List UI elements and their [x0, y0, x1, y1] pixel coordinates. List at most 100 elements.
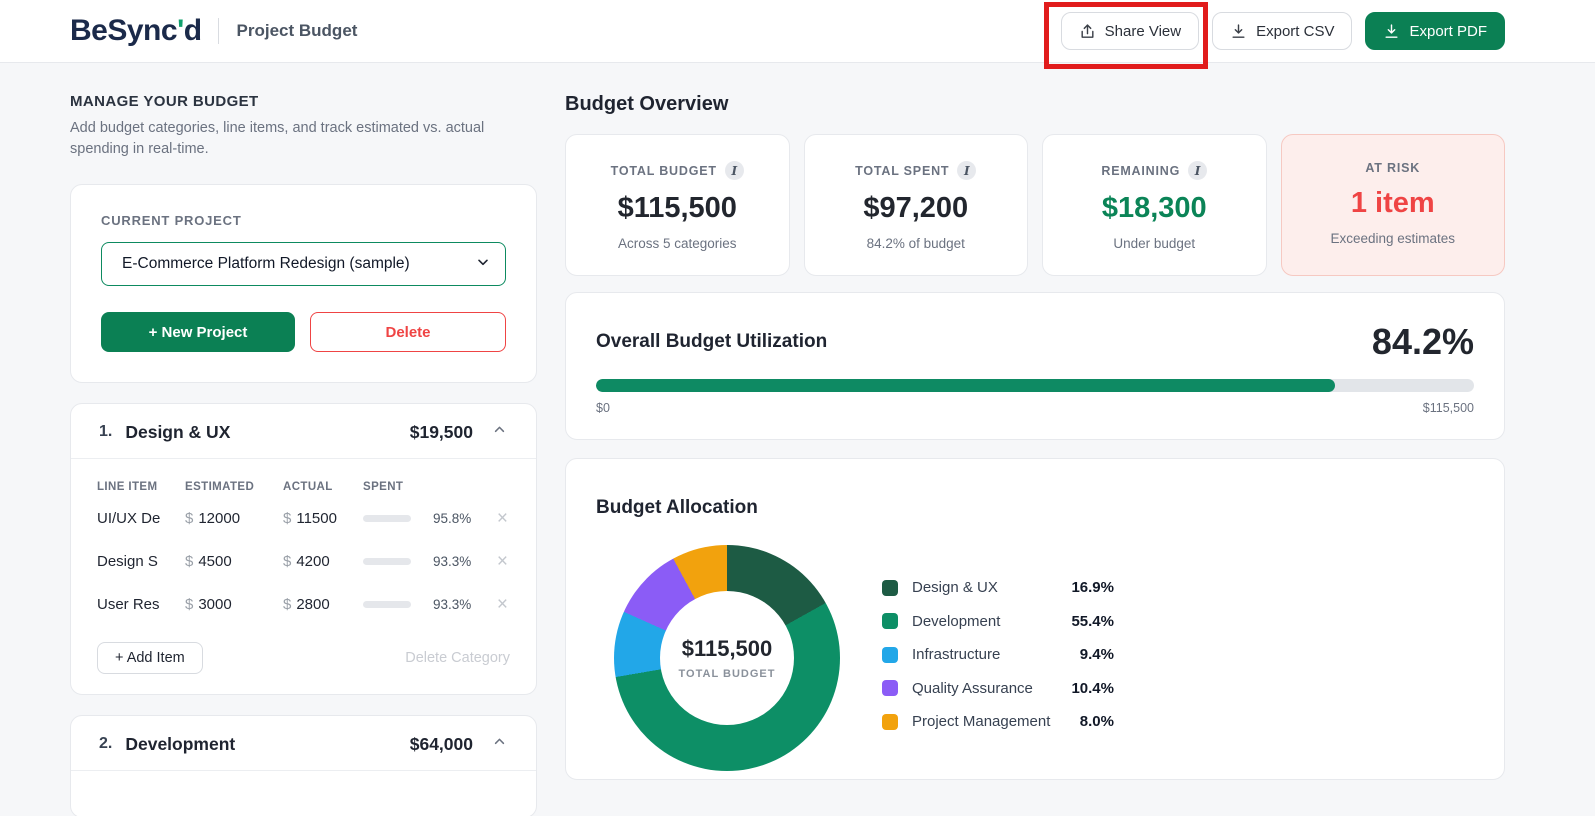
scale-max: $115,500	[1422, 401, 1474, 415]
app-header: BeSync'd Project Budget Share View Expor…	[0, 0, 1595, 63]
actual-input[interactable]: $11500	[283, 510, 363, 527]
remove-item-icon[interactable]: ×	[495, 509, 510, 528]
category-number: 1.	[99, 423, 113, 441]
sidebar-description: Add budget categories, line items, and t…	[70, 120, 485, 158]
estimated-input[interactable]: $12000	[185, 510, 283, 527]
delete-project-button[interactable]: Delete	[310, 312, 506, 353]
logo-text-end: d	[183, 14, 202, 47]
actual-value: 4200	[296, 553, 330, 571]
spent-percent: 93.3%	[433, 554, 472, 570]
budget-sidebar: MANAGE YOUR BUDGET Add budget categories…	[70, 93, 537, 816]
scale-min: $0	[596, 401, 610, 415]
estimated-input[interactable]: $3000	[185, 596, 283, 613]
stat-subtext: Across 5 categories	[617, 236, 737, 251]
delete-category-button[interactable]: Delete Category	[405, 650, 510, 666]
budget-overview-panel: Budget Overview TOTAL BUDGET I $115,500 …	[565, 93, 1505, 816]
legend-label: Infrastructure	[912, 646, 1001, 664]
logo-text: BeSync	[70, 14, 178, 47]
add-item-button[interactable]: + Add Item	[97, 642, 203, 675]
stat-card-at-risk: AT RISK 1 item Exceeding estimates	[1280, 134, 1505, 276]
share-view-button[interactable]: Share View	[1060, 12, 1200, 50]
stat-label: AT RISK	[1365, 161, 1421, 175]
utilization-scale: $0 $115,500	[596, 401, 1474, 415]
actual-input[interactable]: $4200	[283, 553, 363, 570]
donut-center: $115,500 TOTAL BUDGET	[660, 591, 794, 725]
estimated-value: 4500	[198, 553, 232, 571]
donut-center-label: TOTAL BUDGET	[678, 668, 776, 680]
spent-bar	[363, 558, 411, 566]
legend-label: Project Management	[912, 713, 1051, 731]
app-logo: BeSync'd	[70, 14, 202, 48]
estimated-input[interactable]: $4500	[185, 553, 283, 570]
category-header-development[interactable]: 2. Development $64,000	[71, 716, 536, 772]
utilization-title: Overall Budget Utilization	[596, 331, 828, 352]
stat-subtext: Exceeding estimates	[1330, 231, 1456, 246]
remove-item-icon[interactable]: ×	[495, 552, 510, 571]
category-name: Development	[125, 733, 236, 754]
overview-title: Budget Overview	[565, 93, 729, 115]
actual-input[interactable]: $2800	[283, 596, 363, 613]
utilization-percent: 84.2%	[1371, 321, 1474, 362]
currency-symbol: $	[185, 596, 194, 614]
category-total: $64,000	[409, 733, 473, 754]
line-item-name-input[interactable]: UI/UX De	[97, 510, 185, 527]
legend-percent: 10.4%	[1071, 679, 1114, 697]
actual-value: 11500	[296, 510, 337, 528]
column-spent: SPENT	[363, 481, 404, 494]
new-project-button[interactable]: + New Project	[101, 312, 295, 353]
stat-label: REMAINING	[1101, 163, 1181, 178]
info-icon[interactable]: I	[957, 161, 977, 180]
category-total: $19,500	[409, 421, 473, 442]
legend-swatch	[882, 579, 898, 596]
stat-value: $18,300	[1101, 192, 1207, 224]
category-number: 2.	[99, 735, 113, 753]
category-header-design-ux[interactable]: 1. Design & UX $19,500	[71, 404, 536, 460]
column-line-item: LINE ITEM	[97, 481, 158, 494]
stat-value: 1 item	[1350, 187, 1435, 219]
line-item-row: UI/UX De $12000 $11500 95.8% ×	[97, 497, 510, 540]
page-title: Project Budget	[236, 21, 358, 40]
chevron-up-icon[interactable]	[491, 421, 508, 443]
info-icon[interactable]: I	[1188, 161, 1208, 180]
spent-percent: 95.8%	[433, 511, 472, 527]
legend-item: Project Management 8.0%	[882, 705, 1114, 739]
stat-label: TOTAL SPENT	[855, 163, 950, 178]
line-item-name-input[interactable]: Design S	[97, 553, 185, 570]
stat-value: $97,200	[863, 192, 969, 224]
project-select-value: E-Commerce Platform Redesign (sample)	[122, 255, 410, 273]
export-pdf-button[interactable]: Export PDF	[1365, 12, 1505, 50]
allocation-donut-chart: $115,500 TOTAL BUDGET	[614, 545, 840, 771]
download-icon	[1383, 23, 1400, 40]
chevron-up-icon[interactable]	[491, 733, 508, 755]
line-item-row: Design S $4500 $4200 93.3% ×	[97, 540, 510, 583]
header-divider	[217, 18, 219, 44]
category-body: LINE ITEM ESTIMATED ACTUAL SPENT UI/UX D…	[71, 459, 536, 694]
legend-label: Design & UX	[912, 579, 998, 597]
info-icon[interactable]: I	[724, 161, 744, 180]
legend-item: Design & UX 16.9%	[882, 571, 1114, 605]
line-item-name-input[interactable]: User Res	[97, 596, 185, 613]
legend-swatch	[882, 713, 898, 730]
legend-item: Quality Assurance 10.4%	[882, 672, 1114, 706]
remove-item-icon[interactable]: ×	[495, 595, 510, 614]
chevron-down-icon	[475, 254, 491, 275]
project-select[interactable]: E-Commerce Platform Redesign (sample)	[101, 242, 506, 287]
header-actions: Share View Export CSV Export PDF	[1060, 12, 1505, 50]
category-body	[71, 771, 536, 816]
export-pdf-label: Export PDF	[1409, 22, 1487, 40]
legend-item: Development 55.4%	[882, 605, 1114, 639]
estimated-value: 3000	[198, 596, 232, 614]
export-csv-label: Export CSV	[1256, 22, 1335, 40]
export-csv-button[interactable]: Export CSV	[1212, 12, 1353, 50]
currency-symbol: $	[283, 510, 292, 528]
currency-symbol: $	[185, 553, 194, 571]
donut-center-value: $115,500	[681, 636, 773, 661]
spent-bar	[363, 601, 411, 609]
legend-percent: 8.0%	[1079, 713, 1114, 731]
legend-swatch	[882, 646, 898, 663]
allocation-legend: Design & UX 16.9% Development 55.4% Infr…	[882, 571, 1114, 739]
stat-value: $115,500	[617, 192, 737, 224]
current-project-label: CURRENT PROJECT	[101, 213, 242, 229]
line-items-header: LINE ITEM ESTIMATED ACTUAL SPENT	[97, 465, 510, 497]
content-area: MANAGE YOUR BUDGET Add budget categories…	[0, 63, 1595, 816]
